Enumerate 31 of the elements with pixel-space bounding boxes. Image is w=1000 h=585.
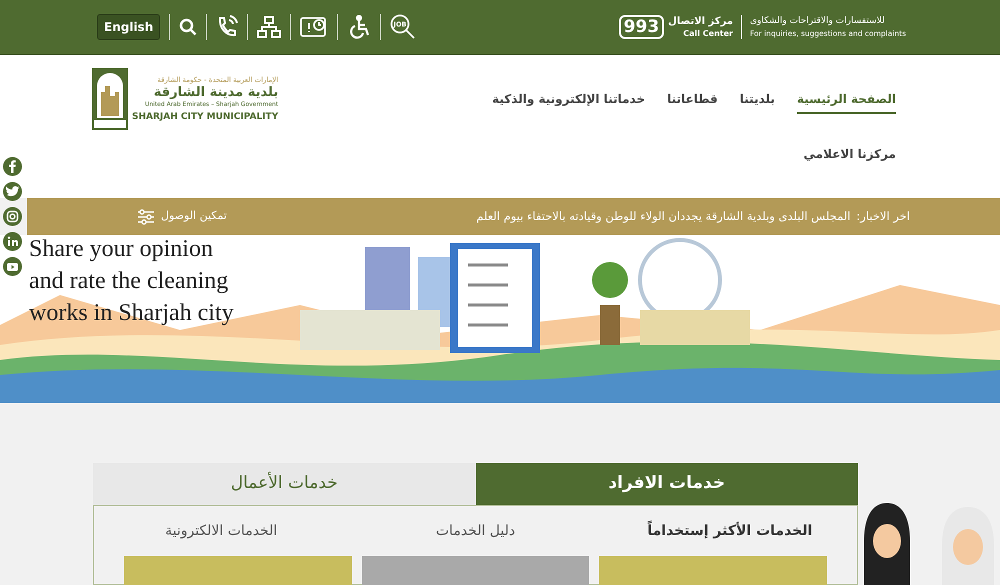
nav-link[interactable]: خدماتنا الإلكترونية والذكية bbox=[492, 89, 646, 114]
services-sub-tab[interactable]: الخدمات الالكترونية bbox=[94, 520, 348, 542]
sliders-icon bbox=[137, 208, 155, 224]
logo-title: SHARJAH CITY MUNICIPALITY bbox=[132, 111, 278, 124]
nav-link[interactable]: بلديتنا bbox=[740, 89, 775, 114]
services-sub-tab[interactable]: الخدمات الأكثر إستخداماً bbox=[602, 520, 857, 542]
nav-link[interactable]: قطاعاتنا bbox=[667, 89, 718, 114]
sitemap-icon[interactable] bbox=[257, 16, 282, 38]
notice-clock-icon[interactable] bbox=[300, 16, 328, 38]
service-tab[interactable]: خدمات الافراد bbox=[476, 463, 858, 505]
instagram-icon[interactable] bbox=[3, 207, 22, 226]
banner-text: Share your opinion bbox=[29, 235, 214, 264]
service-tab[interactable]: خدمات الأعمال bbox=[93, 463, 476, 505]
call-center-title: مركز الاتصال bbox=[668, 16, 733, 28]
nav-link[interactable]: الصفحة الرئيسية bbox=[796, 89, 896, 114]
banner-text: works in Sharjah city bbox=[29, 299, 234, 328]
banner-text: and rate the cleaning bbox=[29, 267, 230, 296]
nav-link[interactable]: مركزنا الاعلامي bbox=[804, 144, 896, 169]
logo-title: بلدية مدينة الشارقة bbox=[154, 85, 278, 100]
language-button[interactable]: English bbox=[97, 14, 160, 40]
search-icon[interactable] bbox=[179, 18, 198, 36]
call-center-number[interactable]: 993 bbox=[618, 15, 664, 39]
services-sub-tab[interactable]: دليل الخدمات bbox=[348, 520, 603, 542]
news-label: اخر الاخبار: bbox=[856, 208, 910, 225]
wheelchair-icon[interactable] bbox=[347, 15, 372, 39]
facebook-icon[interactable] bbox=[3, 157, 22, 176]
phone-icon[interactable] bbox=[216, 15, 238, 39]
twitter-icon[interactable] bbox=[3, 182, 22, 201]
inquiries-text: للاستفسارات والاقتراحات والشكاوى bbox=[750, 15, 885, 28]
logo-emblem-icon bbox=[92, 68, 128, 130]
call-center-label: Call Center bbox=[683, 28, 733, 38]
